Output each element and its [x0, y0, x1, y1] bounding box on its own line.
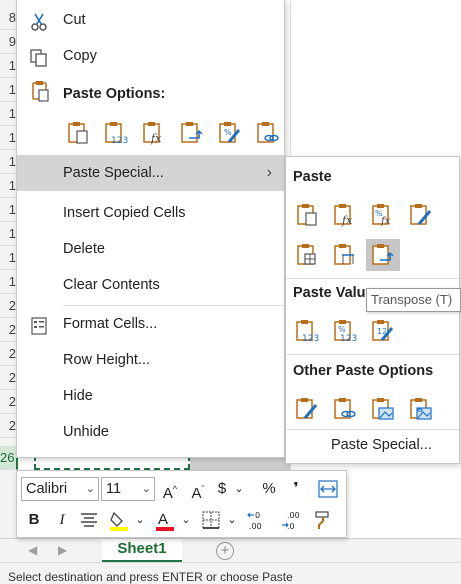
currency-button[interactable]: $: [213, 476, 231, 502]
paste-formulas-icon[interactable]: fx: [328, 199, 362, 231]
svg-text:.0: .0: [287, 522, 295, 531]
svg-text:%: %: [338, 325, 346, 334]
paste-keep-column-widths-icon[interactable]: [328, 239, 362, 271]
add-sheet-icon[interactable]: +: [216, 542, 234, 560]
svg-text:%: %: [224, 128, 232, 137]
menu-label-format-cells: Format Cells...: [63, 316, 158, 332]
svg-text:.00: .00: [287, 511, 300, 520]
align-center-icon[interactable]: [77, 507, 101, 533]
menu-label-clear-contents: Clear Contents: [63, 277, 160, 293]
menu-label-insert-copied-cells: Insert Copied Cells: [63, 205, 186, 221]
wrap-text-icon[interactable]: [316, 476, 340, 502]
paste-linked-picture-icon[interactable]: [404, 393, 438, 425]
menu-item-delete[interactable]: Delete: [17, 231, 284, 267]
svg-text:.00: .00: [249, 522, 262, 531]
paste-formulas-number-format-icon[interactable]: % fx: [366, 199, 400, 231]
submenu-separator: [286, 354, 459, 355]
decrease-decimal-icon[interactable]: .00.0: [279, 507, 309, 533]
sheet-tab[interactable]: Sheet1: [102, 539, 182, 563]
menu-label-paste-special: Paste Special...: [63, 165, 164, 181]
font-color-icon[interactable]: A: [153, 507, 177, 533]
submenu-heading-other-options: Other Paste Options: [293, 363, 434, 379]
paste-keep-source-formatting-icon[interactable]: [404, 199, 438, 231]
menu-item-paste-special[interactable]: Paste Special... ›: [17, 155, 284, 191]
format-painter-icon[interactable]: [311, 507, 337, 533]
paste-special-dialog-link[interactable]: Paste Special...: [331, 437, 432, 453]
chevron-down-icon: ⌄: [85, 483, 95, 495]
paste-link-icon[interactable]: [328, 393, 362, 425]
menu-item-clear-contents[interactable]: Clear Contents: [17, 267, 284, 303]
currency-dropdown-icon[interactable]: ⌄: [232, 476, 246, 502]
paste-formulas-icon[interactable]: fx: [139, 118, 169, 148]
menu-item-hide[interactable]: Hide: [17, 378, 284, 414]
submenu-heading-paste: Paste: [293, 169, 332, 185]
menu-item-format-cells[interactable]: Format Cells...: [17, 306, 284, 342]
svg-text:123: 123: [302, 334, 319, 343]
italic-button[interactable]: I: [51, 507, 73, 533]
sheet-tab-bar: ◀ ▶ Sheet1 +: [0, 538, 461, 563]
paste-picture-icon[interactable]: [366, 393, 400, 425]
menu-item-insert-copied-cells[interactable]: Insert Copied Cells: [17, 195, 284, 231]
fill-color-icon[interactable]: [107, 507, 131, 533]
percent-style-button[interactable]: %: [257, 476, 281, 502]
decrease-font-size-icon[interactable]: Aˇ: [187, 476, 209, 502]
svg-text:fx: fx: [380, 216, 391, 227]
svg-text:fx: fx: [341, 214, 353, 227]
submenu-separator: [286, 278, 459, 279]
bold-button[interactable]: B: [23, 507, 45, 533]
menu-label-copy: Copy: [63, 48, 97, 64]
transpose-tooltip: Transpose (T): [366, 288, 461, 312]
chevron-right-icon: ›: [266, 164, 272, 181]
menu-item-cut[interactable]: Cut: [17, 2, 284, 38]
svg-text:123: 123: [340, 334, 357, 343]
menu-label-unhide: Unhide: [63, 424, 109, 440]
menu-label-delete: Delete: [63, 241, 105, 257]
paste-values-number-format-icon[interactable]: % 123: [328, 315, 362, 347]
paste-formatting-icon[interactable]: %: [215, 118, 245, 148]
comma-style-button[interactable]: ❜: [287, 476, 305, 502]
paste-icon[interactable]: [63, 118, 93, 148]
menu-label-row-height: Row Height...: [63, 352, 151, 368]
paste-clipboard-icon: [31, 80, 51, 102]
fill-color-dropdown-icon[interactable]: ⌄: [133, 507, 147, 533]
paste-all-icon[interactable]: [290, 199, 324, 231]
font-name-value: Calibri: [26, 481, 68, 497]
paste-options-title: Paste Options:: [63, 86, 166, 102]
paste-values-source-formatting-icon[interactable]: 12: [366, 315, 400, 347]
increase-decimal-icon[interactable]: 0.00: [245, 507, 275, 533]
borders-dropdown-icon[interactable]: ⌄: [225, 507, 239, 533]
scroll-left-icon[interactable]: ◀: [28, 543, 37, 557]
increase-font-size-icon[interactable]: A^: [159, 476, 181, 502]
paste-no-borders-icon[interactable]: [290, 239, 324, 271]
menu-label-hide: Hide: [63, 388, 93, 404]
chevron-down-icon: ⌄: [141, 483, 151, 495]
format-cells-icon: [29, 314, 49, 335]
scissors-icon: [29, 10, 49, 31]
font-name-combo[interactable]: Calibri ⌄: [21, 477, 99, 501]
paste-values-icon[interactable]: 123: [290, 315, 324, 347]
menu-label-cut: Cut: [63, 12, 86, 28]
menu-item-copy[interactable]: Copy: [17, 38, 284, 74]
paste-link-icon[interactable]: [253, 118, 283, 148]
menu-item-row-height[interactable]: Row Height...: [17, 342, 284, 378]
svg-text:0: 0: [255, 511, 260, 520]
paste-formatting-icon[interactable]: [290, 393, 324, 425]
paste-values-icon[interactable]: 123: [101, 118, 131, 148]
copy-icon: [29, 46, 49, 67]
font-size-combo[interactable]: 11 ⌄: [101, 477, 155, 501]
font-size-value: 11: [106, 481, 122, 497]
svg-text:fx: fx: [150, 132, 162, 145]
mini-toolbar: Calibri ⌄ 11 ⌄ A^ Aˇ $ ⌄ % ❜ B I ⌄ A ⌄ ⌄…: [16, 470, 347, 538]
svg-text:A: A: [158, 511, 168, 528]
submenu-separator: [286, 429, 459, 430]
paste-transpose-icon[interactable]: [366, 239, 400, 271]
font-color-dropdown-icon[interactable]: ⌄: [179, 507, 193, 533]
svg-text:123: 123: [111, 136, 128, 145]
paste-transpose-icon[interactable]: [177, 118, 207, 148]
borders-icon[interactable]: [199, 507, 223, 533]
scroll-right-icon[interactable]: ▶: [58, 543, 67, 557]
status-bar-message: Select destination and press ENTER or ch…: [0, 562, 461, 584]
menu-item-unhide[interactable]: Unhide: [17, 414, 284, 450]
context-menu: Cut Copy Paste Options: 123 fx % Paste S…: [16, 0, 285, 458]
